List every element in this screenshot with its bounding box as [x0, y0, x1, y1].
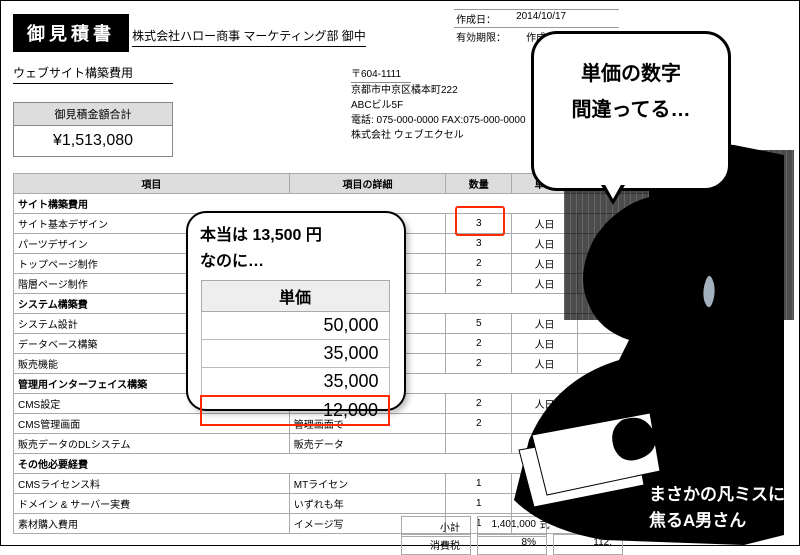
- doc-title: 御見積書: [13, 14, 129, 52]
- mini-row: 50,000: [201, 312, 389, 340]
- bubble-left-line2: なのに…: [200, 253, 264, 270]
- total-box: 御見積金額合計 ¥1,513,080: [13, 102, 173, 157]
- vendor-info: 〒604-1111 京都市中京区橘本町222 ABCビル5F 電話: 075-0…: [351, 67, 526, 143]
- col-header: 項目の詳細: [289, 174, 446, 194]
- cell-unit: 人日: [512, 414, 578, 434]
- cell-unit: 人日: [512, 234, 578, 254]
- cell-qty: 1: [446, 494, 512, 514]
- mini-price-table: 単価 50,000 35,000 35,000 12,000: [200, 280, 390, 426]
- cell-sub: [680, 414, 783, 434]
- cell-unit: 人日: [512, 254, 578, 274]
- cell-name: CMSライセンス料: [14, 474, 290, 494]
- cell-name: 素材購入費用: [14, 514, 290, 534]
- cell-sub: [680, 234, 783, 254]
- cell-price: 35,000: [577, 254, 679, 274]
- cell-detail: MTライセン: [289, 474, 446, 494]
- caption: まさかの凡ミスに 焦るA男さん: [649, 482, 785, 533]
- vendor-bldg: ABCビル5F: [351, 100, 403, 111]
- speech-bubble-right: 単価の数字間違ってる…: [531, 31, 731, 191]
- cell-unit: 人日: [512, 274, 578, 294]
- category: その他必要経費: [14, 454, 680, 474]
- cell-sub: 70,000: [680, 254, 783, 274]
- bubble-right-line1: 単価の数字: [581, 63, 681, 85]
- cell-unit: 式: [512, 474, 578, 494]
- cell-detail: いずれも年: [289, 494, 446, 514]
- category-subtotal: 650,000: [680, 194, 783, 214]
- cell-qty: [446, 434, 512, 454]
- cell-sub: 200,000: [680, 314, 783, 334]
- cell-sub: 50,000: [680, 334, 783, 354]
- cell-qty: 5: [446, 314, 512, 334]
- cell-sub: 150,000: [680, 214, 783, 234]
- cell-qty: 1: [446, 474, 512, 494]
- cell-unit: 人日: [512, 314, 578, 334]
- cell-sub: [680, 394, 783, 414]
- speech-tail-icon: [601, 185, 625, 205]
- caption-line2: 焦るA男さん: [649, 511, 746, 530]
- client-name: 株式会社ハロー商事 マーケティング部 御中: [132, 27, 366, 47]
- vendor-tel: 電話: 075-000-0000 FAX:075-000-0000: [351, 115, 526, 126]
- cell-price: 12,000: [577, 274, 679, 294]
- cell-name: 販売データのDLシステム: [14, 434, 290, 454]
- cell-price: 35,000: [577, 414, 679, 434]
- cell-price: 30,000: [577, 434, 679, 454]
- cell-price: 25,000: [577, 354, 679, 374]
- cell-unit: [512, 434, 578, 454]
- cell-unit: 人日: [512, 334, 578, 354]
- bubble-right-line2: 間違ってる…: [572, 99, 691, 121]
- mini-row-error: 12,000: [201, 396, 389, 425]
- cell-sub: 50,000: [680, 354, 783, 374]
- footer-tax: 消費税 8% 112,: [401, 534, 623, 555]
- cell-qty: 2: [446, 254, 512, 274]
- cell-unit: 人日: [512, 394, 578, 414]
- cell-price: 35,000: [577, 234, 679, 254]
- subject: ウェブサイト構築費用: [13, 64, 173, 84]
- cell-qty: 2: [446, 334, 512, 354]
- bubble-left-line1: 本当は 13,500 円: [200, 227, 322, 244]
- mini-row: 35,000: [201, 340, 389, 368]
- mini-row: 35,000: [201, 368, 389, 397]
- cell-qty: 2: [446, 274, 512, 294]
- mini-header: 単価: [201, 281, 389, 312]
- col-header: 数量: [446, 174, 512, 194]
- created-value: 2014/10/17: [516, 11, 566, 26]
- tax-rate: 8%: [477, 534, 547, 555]
- cell-qty: 2: [446, 414, 512, 434]
- cell-sub: [680, 434, 783, 454]
- cell-qty: 3: [446, 234, 512, 254]
- tax-value: 112,: [553, 534, 623, 555]
- col-header: 項目: [14, 174, 290, 194]
- cell-price: 30,000: [577, 394, 679, 414]
- cell-unit: 人日: [512, 214, 578, 234]
- cell-sub: [680, 274, 783, 294]
- cell-unit: 人日: [512, 354, 578, 374]
- vendor-postal: 〒604-1111: [351, 67, 411, 83]
- total-label: 御見積金額合計: [13, 102, 173, 125]
- cell-qty: 2: [446, 354, 512, 374]
- highlight-column-box: [455, 206, 505, 236]
- cell-price: 50,000: [577, 214, 679, 234]
- speech-bubble-left: 本当は 13,500 円なのに… 単価 50,000 35,000 35,000…: [186, 211, 406, 411]
- cell-detail: 販売データ: [289, 434, 446, 454]
- cell-price: 40,000: [577, 314, 679, 334]
- tax-label: 消費税: [401, 534, 471, 555]
- caption-line1: まさかの凡ミスに: [649, 485, 785, 504]
- vendor-addr: 京都市中京区橘本町222: [351, 85, 458, 96]
- cell-qty: 2: [446, 394, 512, 414]
- expire-label: 有効期限：: [456, 29, 506, 44]
- category-subtotal: 160,000: [680, 374, 783, 394]
- category-subtotal: 300,000: [680, 294, 783, 314]
- created-label: 作成日：: [456, 11, 496, 26]
- vendor-name: 株式会社 ウェブエクセル: [351, 130, 464, 141]
- total-value: ¥1,513,080: [13, 125, 173, 157]
- cell-price: 25,000: [577, 334, 679, 354]
- cell-unit: 式: [512, 494, 578, 514]
- cell-name: ドメイン & サーバー実費: [14, 494, 290, 514]
- category-subtotal: [680, 454, 783, 474]
